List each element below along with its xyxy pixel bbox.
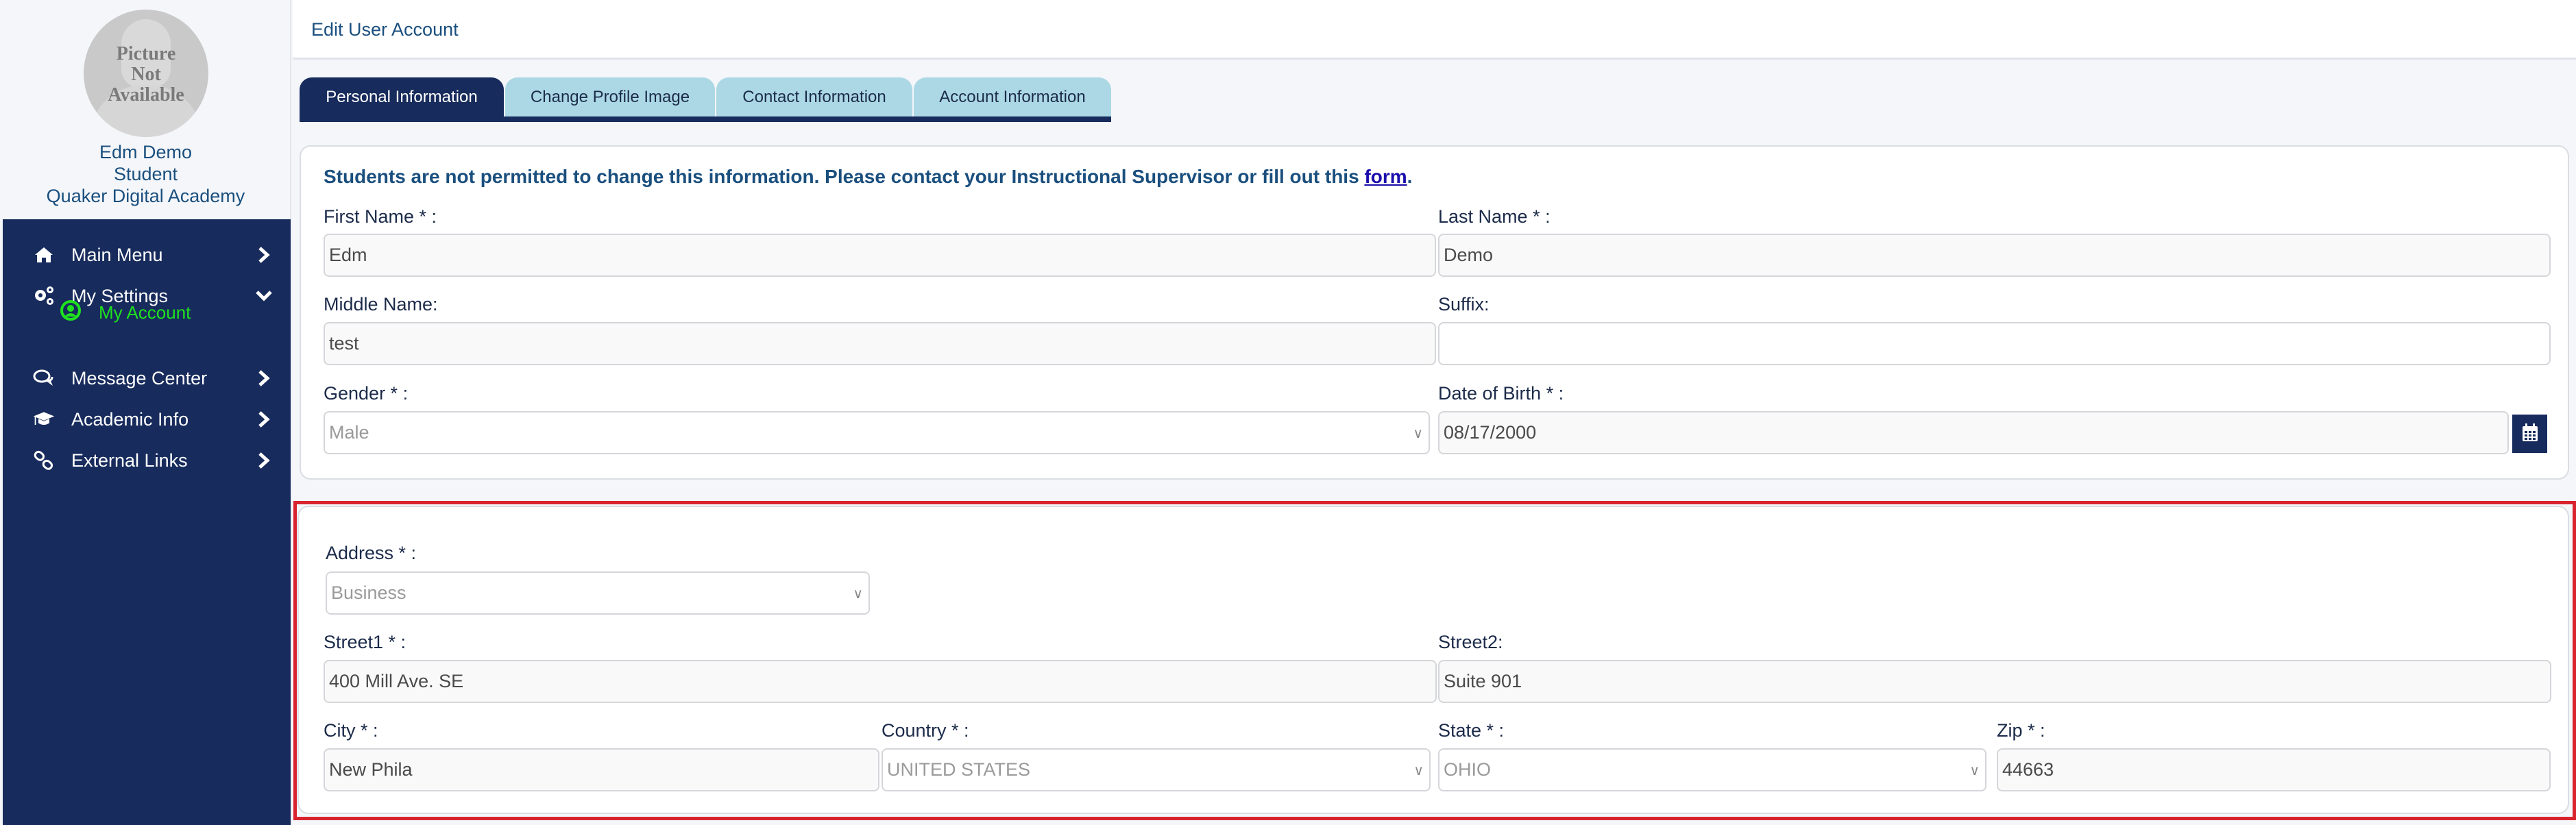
street1-input[interactable]: 400 Mill Ave. SE xyxy=(324,660,1437,703)
dob-label: Date of Birth * : xyxy=(1438,383,1564,404)
sidebar-item-academic-info[interactable]: Academic Info xyxy=(3,402,291,437)
chevron-down-icon: ∨ xyxy=(1413,763,1424,778)
chevron-right-icon xyxy=(255,410,273,428)
address-type-select[interactable]: Business ∨ xyxy=(326,571,870,615)
profile-card: Picture Not Available Edm Demo Student Q… xyxy=(0,0,291,218)
street1-label: Street1 * : xyxy=(324,632,406,652)
street2-input[interactable]: Suite 901 xyxy=(1438,660,2551,703)
chevron-right-icon xyxy=(255,369,273,387)
graduation-cap-icon xyxy=(33,408,55,430)
sidebar-subitem-my-account[interactable]: My Account xyxy=(60,300,191,325)
suffix-label: Suffix: xyxy=(1438,294,1490,315)
street2-label: Street2: xyxy=(1438,632,1503,652)
avatar: Picture Not Available xyxy=(84,10,208,137)
calendar-icon xyxy=(2521,422,2539,446)
chevron-down-icon: ∨ xyxy=(1413,426,1423,441)
user-circle-icon xyxy=(60,300,81,325)
middle-name-label: Middle Name: xyxy=(324,294,438,315)
last-name-label: Last Name * : xyxy=(1438,206,1551,227)
sidebar-item-main-menu[interactable]: Main Menu xyxy=(3,237,291,273)
avatar-placeholder-text: Picture Not Available xyxy=(108,43,184,106)
country-label: Country * : xyxy=(882,720,969,741)
page-title: Edit User Account xyxy=(311,19,459,40)
suffix-input[interactable] xyxy=(1438,322,2551,365)
last-name-input[interactable]: Demo xyxy=(1438,234,2551,277)
date-picker-button[interactable] xyxy=(2512,415,2547,453)
chevron-down-icon: ∨ xyxy=(1969,763,1980,778)
form-link[interactable]: form xyxy=(1364,166,1407,187)
user-role: Student xyxy=(113,164,178,184)
comments-icon xyxy=(33,367,55,389)
middle-name-input[interactable]: test xyxy=(324,322,1436,365)
sidebar-nav: Main Menu My Settings My Account Message… xyxy=(3,219,291,825)
home-icon xyxy=(33,244,55,266)
tab-personal-information[interactable]: Personal Information xyxy=(300,77,504,116)
sidebar-item-external-links[interactable]: External Links xyxy=(3,443,291,478)
sidebar: Picture Not Available Edm Demo Student Q… xyxy=(0,0,291,825)
chevron-down-icon xyxy=(255,287,273,305)
tab-account-information[interactable]: Account Information xyxy=(914,77,1111,116)
gears-icon xyxy=(33,285,55,307)
dob-input[interactable]: 08/17/2000 xyxy=(1438,411,2509,454)
permission-notice: Students are not permitted to change thi… xyxy=(324,166,1413,187)
chevron-down-icon: ∨ xyxy=(853,587,863,602)
state-label: State * : xyxy=(1438,720,1505,741)
link-icon xyxy=(33,450,55,471)
gender-select[interactable]: Male ∨ xyxy=(324,411,1430,454)
tab-change-profile-image[interactable]: Change Profile Image xyxy=(505,77,715,116)
school-name: Quaker Digital Academy xyxy=(46,186,245,206)
tab-contact-information[interactable]: Contact Information xyxy=(716,77,912,116)
page-header: Edit User Account xyxy=(293,0,2576,60)
city-label: City * : xyxy=(324,720,378,741)
city-input[interactable]: New Phila xyxy=(324,748,879,791)
sidebar-item-message-center[interactable]: Message Center xyxy=(3,360,291,396)
gender-label: Gender * : xyxy=(324,383,409,404)
chevron-right-icon xyxy=(255,246,273,264)
zip-label: Zip * : xyxy=(1997,720,2045,741)
first-name-label: First Name * : xyxy=(324,206,437,227)
chevron-right-icon xyxy=(255,452,273,469)
state-select[interactable]: OHIO ∨ xyxy=(1438,748,1986,791)
tab-bar: Personal Information Change Profile Imag… xyxy=(300,77,1111,122)
country-select[interactable]: UNITED STATES ∨ xyxy=(882,748,1431,791)
zip-input[interactable]: 44663 xyxy=(1997,748,2551,791)
user-name: Edm Demo xyxy=(99,142,193,162)
address-type-label: Address * : xyxy=(326,543,417,563)
first-name-input[interactable]: Edm xyxy=(324,234,1436,277)
